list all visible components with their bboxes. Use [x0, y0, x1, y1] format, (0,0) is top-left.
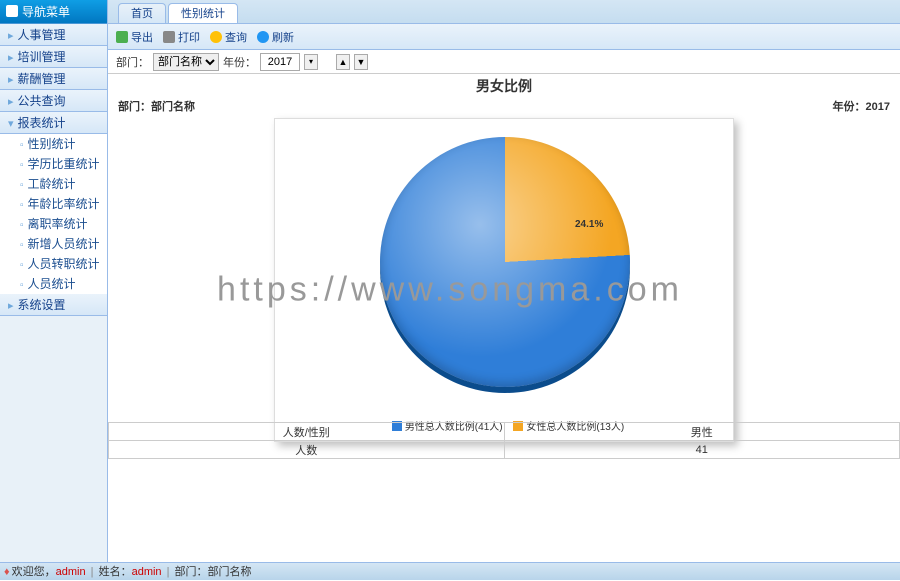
button-label: 导出 [131, 29, 153, 45]
button-label: 查询 [225, 29, 247, 45]
sidebar-item-reports[interactable]: ▾ 报表统计 [0, 112, 107, 134]
print-icon [163, 31, 175, 43]
table-row: 人数 41 [109, 441, 900, 459]
submenu-item-label: 人员转职统计 [28, 257, 100, 271]
sidebar-item-system[interactable]: ▸ 系统设置 [0, 294, 107, 316]
year-spinner[interactable]: ▾ [304, 54, 318, 70]
submenu-reports: ▫ 性别统计 ▫ 学历比重统计 ▫ 工龄统计 ▫ 年龄比率统计 ▫ 离职率统计 ▫ 新增人员… [0, 134, 107, 294]
sidebar-item-label: 报表统计 [18, 116, 66, 130]
submenu-item-seniority[interactable]: ▫ 工龄统计 [0, 174, 107, 194]
pie-rim [380, 137, 630, 387]
submenu-item-label: 性别统计 [28, 137, 76, 151]
table-header-metric: 人数/性别 [109, 423, 505, 441]
year-prev-button[interactable]: ▲ [336, 54, 350, 70]
table-cell-value: 41 [504, 441, 900, 459]
pie-chart [380, 137, 630, 387]
tab-home[interactable]: 首页 [118, 3, 166, 23]
footer-name-value: admin [132, 566, 162, 578]
chart-sub-right: 年份：2017 [833, 98, 890, 114]
footer-name-label: 姓名： [99, 566, 132, 578]
submenu-item-label: 学历比重统计 [28, 157, 100, 171]
submenu-item-label: 工龄统计 [28, 177, 76, 191]
submenu-item-staff[interactable]: ▫ 人员统计 [0, 274, 107, 294]
sidebar-title: 导航菜单 [22, 5, 70, 19]
chart-container: 24.1% 男性总人数比例(41人) 女性总人数比例(13人) [274, 118, 734, 442]
page-icon: ▫ [20, 240, 24, 251]
sidebar: 导航菜单 ▸ 人事管理 ▸ 培训管理 ▸ 薪酬管理 ▸ 公共查询 ▾ 报表统计 ▫ 性别统计… [0, 0, 108, 562]
submenu-item-newhire[interactable]: ▫ 新增人员统计 [0, 234, 107, 254]
year-input[interactable] [260, 53, 300, 71]
table-header-row: 人数/性别 男性 [109, 423, 900, 441]
dept-label: 部门： [116, 54, 149, 70]
footer-welcome: 欢迎您， [12, 566, 56, 578]
submenu-item-transfer[interactable]: ▫ 人员转职统计 [0, 254, 107, 274]
search-icon [210, 31, 222, 43]
chart-subtitle: 部门：部门名称 年份：2017 [108, 96, 900, 116]
folder-open-icon: ▾ [8, 118, 14, 130]
submenu-item-education[interactable]: ▫ 学历比重统计 [0, 154, 107, 174]
footer-dept-label: 部门： [175, 566, 208, 578]
chart-sub-left: 部门：部门名称 [118, 98, 195, 114]
submenu-item-label: 年龄比率统计 [28, 197, 100, 211]
table-cell-metric: 人数 [109, 441, 505, 459]
submenu-item-turnover[interactable]: ▫ 离职率统计 [0, 214, 107, 234]
sidebar-item-training[interactable]: ▸ 培训管理 [0, 46, 107, 68]
submenu-item-age[interactable]: ▫ 年龄比率统计 [0, 194, 107, 214]
year-next-button[interactable]: ▼ [354, 54, 368, 70]
folder-icon: ▸ [8, 96, 14, 108]
export-icon [116, 31, 128, 43]
folder-icon: ▸ [8, 74, 14, 86]
toolbar: 导出 打印 查询 刷新 [108, 24, 900, 50]
sidebar-item-salary[interactable]: ▸ 薪酬管理 [0, 68, 107, 90]
user-icon: ♦ [4, 566, 10, 578]
menu-icon [6, 5, 18, 17]
footer-dept-value: 部门名称 [208, 566, 252, 578]
button-label: 打印 [178, 29, 200, 45]
separator: | [91, 566, 94, 578]
slice-data-label: 24.1% [575, 219, 603, 230]
dept-select[interactable]: 部门名称 [153, 53, 219, 71]
sidebar-header: 导航菜单 [0, 0, 107, 24]
footer-user: admin [56, 566, 86, 578]
sidebar-item-label: 系统设置 [18, 298, 66, 312]
sidebar-item-label: 薪酬管理 [18, 72, 66, 86]
print-button[interactable]: 打印 [163, 29, 200, 45]
sidebar-item-public-query[interactable]: ▸ 公共查询 [0, 90, 107, 112]
folder-icon: ▸ [8, 52, 14, 64]
submenu-item-label: 新增人员统计 [28, 237, 100, 251]
folder-icon: ▸ [8, 300, 14, 312]
data-table: 人数/性别 男性 人数 41 [108, 422, 900, 459]
tab-label: 性别统计 [181, 8, 225, 20]
sidebar-item-personnel[interactable]: ▸ 人事管理 [0, 24, 107, 46]
chart-title: 男女比例 [108, 76, 900, 96]
folder-icon: ▸ [8, 30, 14, 42]
filter-bar: 部门： 部门名称 年份： ▾ ▲ ▼ [108, 50, 900, 74]
button-label: 刷新 [272, 29, 294, 45]
submenu-item-label: 人员统计 [28, 277, 76, 291]
submenu-item-label: 离职率统计 [28, 217, 88, 231]
tab-gender-stats[interactable]: 性别统计 [168, 3, 238, 23]
page-icon: ▫ [20, 180, 24, 191]
refresh-button[interactable]: 刷新 [257, 29, 294, 45]
page-icon: ▫ [20, 200, 24, 211]
page-icon: ▫ [20, 260, 24, 271]
page-icon: ▫ [20, 220, 24, 231]
page-icon: ▫ [20, 140, 24, 151]
sidebar-item-label: 公共查询 [18, 94, 66, 108]
year-label: 年份： [223, 54, 256, 70]
page-icon: ▫ [20, 160, 24, 171]
refresh-icon [257, 31, 269, 43]
sidebar-item-label: 人事管理 [18, 28, 66, 42]
separator: | [167, 566, 170, 578]
submenu-item-gender[interactable]: ▫ 性别统计 [0, 134, 107, 154]
chart-panel: 男女比例 部门：部门名称 年份：2017 24.1% 男性总人数比例(41人) … [108, 74, 900, 562]
page-icon: ▫ [20, 280, 24, 291]
table-header-gender: 男性 [504, 423, 900, 441]
sidebar-item-label: 培训管理 [18, 50, 66, 64]
status-bar: ♦欢迎您，admin | 姓名：admin | 部门：部门名称 [0, 562, 900, 580]
search-button[interactable]: 查询 [210, 29, 247, 45]
tab-label: 首页 [131, 8, 153, 20]
export-button[interactable]: 导出 [116, 29, 153, 45]
tabstrip: 首页 性别统计 [108, 0, 900, 24]
